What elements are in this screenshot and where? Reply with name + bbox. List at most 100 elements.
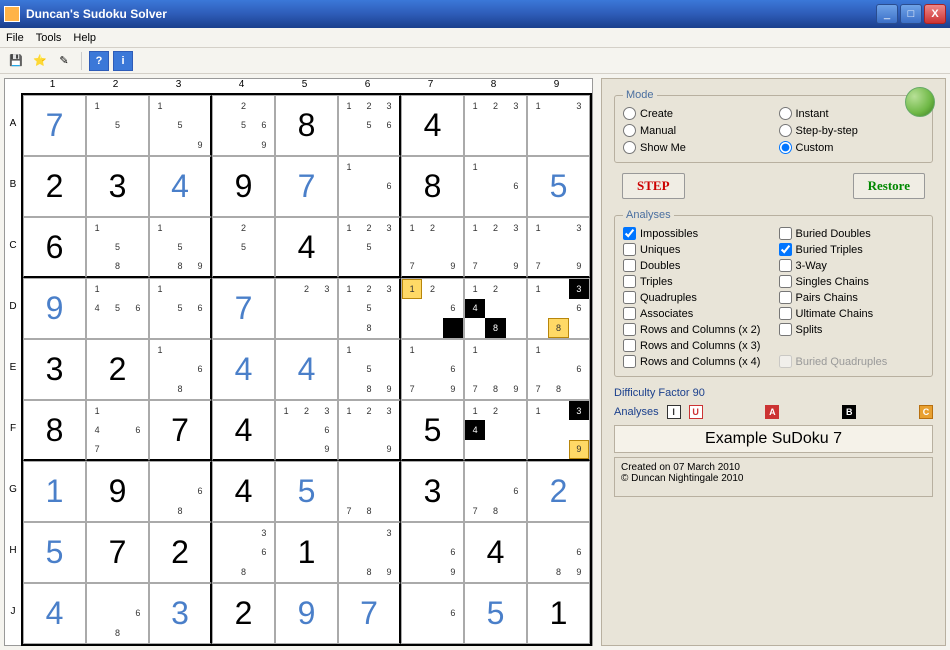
globe-icon[interactable] (905, 87, 935, 117)
sudoku-cell[interactable]: 689 (527, 522, 590, 583)
sudoku-cell[interactable]: 2 (86, 339, 149, 400)
mode-option-create[interactable]: Create (623, 107, 769, 120)
sudoku-cell[interactable]: 1 (23, 461, 86, 522)
mode-option-instant[interactable]: Instant (779, 107, 925, 120)
sudoku-cell[interactable]: 12379 (464, 217, 527, 278)
sudoku-cell[interactable]: 3 (149, 583, 212, 644)
sudoku-cell[interactable]: 3 (23, 339, 86, 400)
sudoku-cell[interactable]: 1467 (86, 400, 149, 461)
sudoku-cell[interactable]: 126 (401, 278, 464, 339)
sudoku-cell[interactable]: 1789 (464, 339, 527, 400)
star-icon[interactable]: ⭐ (30, 51, 50, 71)
analysis-doubles[interactable]: Doubles (623, 259, 769, 272)
sudoku-cell[interactable]: 4 (275, 339, 338, 400)
analysis-associates[interactable]: Associates (623, 307, 769, 320)
sudoku-cell[interactable]: 16 (464, 156, 527, 217)
sudoku-cell[interactable]: 1235 (338, 217, 401, 278)
analysis-singles-chains[interactable]: Singles Chains (779, 275, 925, 288)
sudoku-cell[interactable]: 8 (401, 156, 464, 217)
new-icon[interactable]: ✎ (54, 51, 74, 71)
sudoku-cell[interactable]: 4 (212, 400, 275, 461)
sudoku-cell[interactable]: 1456 (86, 278, 149, 339)
sudoku-cell[interactable]: 2 (149, 522, 212, 583)
mode-option-manual[interactable]: Manual (623, 124, 769, 137)
sudoku-cell[interactable]: 1 (275, 522, 338, 583)
sudoku-cell[interactable]: 3 (401, 461, 464, 522)
sudoku-cell[interactable]: 1678 (527, 339, 590, 400)
sudoku-cell[interactable]: 1379 (527, 217, 590, 278)
sudoku-cell[interactable]: 4 (212, 461, 275, 522)
close-button[interactable]: X (924, 4, 946, 24)
analysis-rows-and-columns-x-2-[interactable]: Rows and Columns (x 2) (623, 323, 769, 336)
help-icon[interactable]: ? (89, 51, 109, 71)
mode-option-step-by-step[interactable]: Step-by-step (779, 124, 925, 137)
menu-help[interactable]: Help (73, 32, 96, 44)
sudoku-cell[interactable]: 1589 (338, 339, 401, 400)
sudoku-cell[interactable]: 124 (464, 400, 527, 461)
sudoku-cell[interactable]: 5 (464, 583, 527, 644)
sudoku-cell[interactable]: 7 (86, 522, 149, 583)
analysis-rows-and-columns-x-3-[interactable]: Rows and Columns (x 3) (623, 339, 769, 352)
sudoku-cell[interactable]: 368 (212, 522, 275, 583)
analysis-uniques[interactable]: Uniques (623, 243, 769, 256)
info-icon[interactable]: i (113, 51, 133, 71)
analysis-rows-and-columns-x-4-[interactable]: Rows and Columns (x 4) (623, 355, 769, 368)
restore-button[interactable]: Restore (853, 173, 925, 199)
sudoku-cell[interactable]: 68 (86, 583, 149, 644)
sudoku-cell[interactable]: 2 (212, 583, 275, 644)
sudoku-cell[interactable]: 4 (464, 522, 527, 583)
sudoku-cell[interactable]: 5 (401, 400, 464, 461)
analysis-pairs-chains[interactable]: Pairs Chains (779, 291, 925, 304)
sudoku-cell[interactable]: 69 (401, 522, 464, 583)
sudoku-cell[interactable]: 2 (23, 156, 86, 217)
sudoku-cell[interactable]: 9 (212, 156, 275, 217)
analysis-3-way[interactable]: 3-Way (779, 259, 925, 272)
sudoku-cell[interactable]: 678 (464, 461, 527, 522)
analysis-buried-triples[interactable]: Buried Triples (779, 243, 925, 256)
sudoku-cell[interactable]: 156 (149, 278, 212, 339)
sudoku-cell[interactable]: 23 (275, 278, 338, 339)
sudoku-cell[interactable]: 4 (275, 217, 338, 278)
sudoku-cell[interactable]: 1279 (401, 217, 464, 278)
analysis-quadruples[interactable]: Quadruples (623, 291, 769, 304)
menu-tools[interactable]: Tools (36, 32, 62, 44)
sudoku-cell[interactable]: 4 (149, 156, 212, 217)
sudoku-grid[interactable]: 7151592569812356412313234971681656158158… (21, 93, 592, 646)
sudoku-cell[interactable]: 8 (23, 400, 86, 461)
sudoku-cell[interactable]: 1 (527, 583, 590, 644)
sudoku-cell[interactable]: 6 (401, 583, 464, 644)
sudoku-cell[interactable]: 15 (86, 95, 149, 156)
sudoku-cell[interactable]: 9 (275, 583, 338, 644)
minimize-button[interactable]: _ (876, 4, 898, 24)
mode-option-custom[interactable]: Custom (779, 141, 925, 154)
sudoku-cell[interactable]: 12358 (338, 278, 401, 339)
sudoku-cell[interactable]: 9 (23, 278, 86, 339)
sudoku-cell[interactable]: 25 (212, 217, 275, 278)
sudoku-cell[interactable]: 1679 (401, 339, 464, 400)
sudoku-cell[interactable]: 13 (527, 95, 590, 156)
sudoku-cell[interactable]: 7 (23, 95, 86, 156)
sudoku-cell[interactable]: 168 (149, 339, 212, 400)
sudoku-cell[interactable]: 1248 (464, 278, 527, 339)
sudoku-cell[interactable]: 139 (527, 400, 590, 461)
sudoku-cell[interactable]: 158 (86, 217, 149, 278)
sudoku-cell[interactable]: 3 (86, 156, 149, 217)
sudoku-cell[interactable]: 9 (86, 461, 149, 522)
sudoku-cell[interactable]: 4 (23, 583, 86, 644)
sudoku-cell[interactable]: 6 (23, 217, 86, 278)
sudoku-cell[interactable]: 4 (401, 95, 464, 156)
sudoku-cell[interactable]: 1368 (527, 278, 590, 339)
sudoku-cell[interactable]: 2 (527, 461, 590, 522)
save-icon[interactable]: 💾 (6, 51, 26, 71)
sudoku-cell[interactable]: 16 (338, 156, 401, 217)
analysis-triples[interactable]: Triples (623, 275, 769, 288)
analysis-ultimate-chains[interactable]: Ultimate Chains (779, 307, 925, 320)
sudoku-cell[interactable]: 68 (149, 461, 212, 522)
menu-file[interactable]: File (6, 32, 24, 44)
sudoku-cell[interactable]: 1239 (338, 400, 401, 461)
sudoku-cell[interactable]: 2569 (212, 95, 275, 156)
analysis-impossibles[interactable]: Impossibles (623, 227, 769, 240)
analysis-buried-doubles[interactable]: Buried Doubles (779, 227, 925, 240)
step-button[interactable]: STEP (622, 173, 685, 199)
sudoku-cell[interactable]: 5 (527, 156, 590, 217)
